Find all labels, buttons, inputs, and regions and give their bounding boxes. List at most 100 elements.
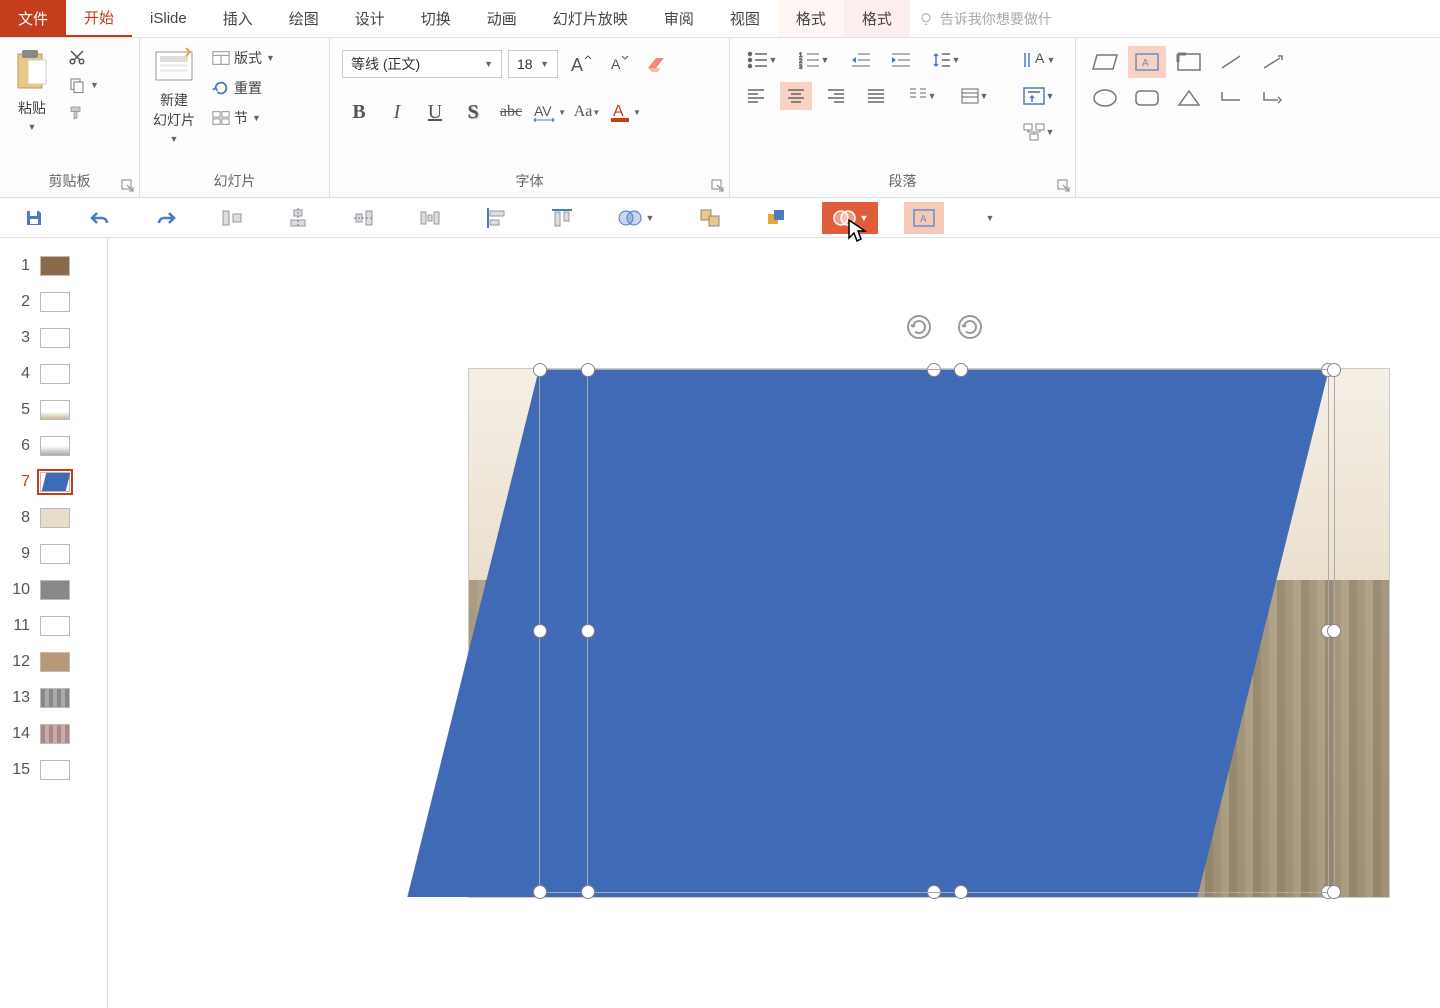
paragraph-dialog-launcher[interactable] [1057,179,1071,193]
shape-oval[interactable] [1086,82,1124,114]
change-case-button[interactable]: Aa▼ [570,96,604,128]
align-center-h-button[interactable] [278,202,318,234]
clipboard-dialog-launcher[interactable] [121,179,135,193]
paste-button[interactable]: 粘贴 ▼ [6,42,58,136]
slide-thumb-4[interactable] [40,364,70,384]
thumb-row[interactable]: 3 [0,320,107,356]
shape-connector[interactable] [1212,82,1250,114]
font-size-select[interactable]: 18▼ [508,50,558,78]
distribute-h-button[interactable] [410,202,450,234]
distribute-button[interactable]: ▼ [952,82,996,110]
thumb-row[interactable]: 12 [0,644,107,680]
thumb-row[interactable]: 4 [0,356,107,392]
thumb-row[interactable]: 2 [0,284,107,320]
tab-design[interactable]: 设计 [337,0,403,37]
tab-review[interactable]: 审阅 [646,0,712,37]
slide-thumb-6[interactable] [40,436,70,456]
tab-animation[interactable]: 动画 [469,0,535,37]
tab-transition[interactable]: 切换 [403,0,469,37]
font-name-select[interactable]: 等线 (正文)▼ [342,50,502,78]
thumb-row[interactable]: 6 [0,428,107,464]
justify-button[interactable] [860,82,892,110]
tab-home[interactable]: 开始 [66,0,132,37]
shape-line[interactable] [1212,46,1250,78]
char-spacing-button[interactable]: AV▼ [532,96,566,128]
thumb-row[interactable]: 9 [0,536,107,572]
shadow-button[interactable]: S [456,96,490,128]
text-direction-button[interactable]: A▼ [1016,46,1060,74]
cut-button[interactable] [64,46,103,68]
tab-view[interactable]: 视图 [712,0,778,37]
slide-7[interactable] [468,368,1390,898]
clear-format-button[interactable] [640,48,672,80]
tab-format-picture[interactable]: 格式 [778,0,844,37]
thumb-row[interactable]: 8 [0,500,107,536]
slide-thumb-7[interactable] [40,472,70,492]
rotate-handle-2[interactable] [957,314,983,340]
slide-thumb-1[interactable] [40,256,70,276]
more-commands-button[interactable]: ▼ [970,202,1010,234]
slide-thumbnails-panel[interactable]: 1 2 3 4 5 6 7 8 9 10 11 12 13 14 15 [0,238,108,1008]
italic-button[interactable]: I [380,96,414,128]
copy-button[interactable]: ▼ [64,74,103,96]
handle-s[interactable] [954,885,968,899]
slide-thumb-9[interactable] [40,544,70,564]
align-left-objects-button[interactable] [476,202,516,234]
slide-thumb-12[interactable] [40,652,70,672]
align-top-objects-button[interactable] [542,202,582,234]
thumb-row[interactable]: 14 [0,716,107,752]
align-middle-v-button[interactable] [344,202,384,234]
thumb-row[interactable]: 1 [0,248,107,284]
shape-triangle[interactable] [1170,82,1208,114]
handle-se[interactable] [1327,885,1341,899]
shape-selection[interactable] [587,369,1335,893]
reset-button[interactable]: 重置 [208,76,279,100]
shape-parallelogram[interactable] [1086,46,1124,78]
shape-combine-button[interactable]: ▼ [608,202,664,234]
rotate-handle-1[interactable] [906,314,932,340]
tab-insert[interactable]: 插入 [205,0,271,37]
slide-thumb-10[interactable] [40,580,70,600]
save-button[interactable] [14,202,54,234]
slide-thumb-3[interactable] [40,328,70,348]
thumb-row[interactable]: 10 [0,572,107,608]
align-center-button[interactable] [780,82,812,110]
thumb-row[interactable]: 15 [0,752,107,788]
new-slide-button[interactable]: 新建 幻灯片 ▼ [146,42,202,148]
shape-roundrect[interactable] [1128,82,1166,114]
slide-thumb-13[interactable] [40,688,70,708]
undo-button[interactable] [80,202,120,234]
handle-n[interactable] [954,363,968,377]
tab-draw[interactable]: 绘图 [271,0,337,37]
font-dialog-launcher[interactable] [711,179,725,193]
align-right-button[interactable] [820,82,852,110]
handle-e[interactable] [1327,624,1341,638]
thumb-row[interactable]: 7 [0,464,107,500]
slide-thumb-5[interactable] [40,400,70,420]
shape-arrow-line[interactable] [1254,46,1292,78]
section-button[interactable]: 节▼ [208,106,279,130]
handle-w[interactable] [581,624,595,638]
tell-me-search[interactable]: 告诉我你想要做什 [910,0,1060,37]
layout-button[interactable]: 版式▼ [208,46,279,70]
bold-button[interactable]: B [342,96,376,128]
handle-sw[interactable] [533,885,547,899]
decrease-indent-button[interactable] [844,46,876,74]
tab-format-shape[interactable]: 格式 [844,0,910,37]
smartart-button[interactable]: ▼ [1016,118,1060,146]
shape-rectangle[interactable] [1170,46,1208,78]
thumb-row[interactable]: 5 [0,392,107,428]
handle-ne[interactable] [1327,363,1341,377]
increase-indent-button[interactable] [884,46,916,74]
underline-button[interactable]: U [418,96,452,128]
slide-thumb-2[interactable] [40,292,70,312]
group-objects-button[interactable] [690,202,730,234]
font-color-button[interactable]: A▼ [608,96,642,128]
redo-button[interactable] [146,202,186,234]
thumb-row[interactable]: 13 [0,680,107,716]
bullets-button[interactable]: ▼ [740,46,784,74]
strikethrough-button[interactable]: abc [494,96,528,128]
text-box-button[interactable]: A [904,202,944,234]
slide-canvas[interactable] [108,238,1440,1008]
tab-islide[interactable]: iSlide [132,0,205,37]
